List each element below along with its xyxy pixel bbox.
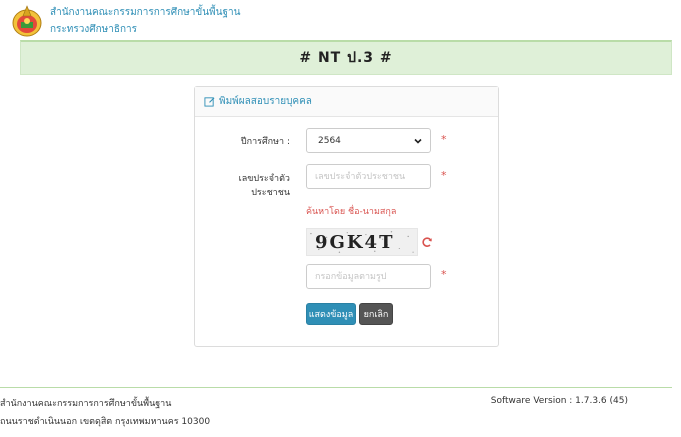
software-version: Software Version : 1.7.3.6 (45) [490, 396, 628, 406]
required-mark: * [441, 169, 447, 182]
id-label: เลขประจำตัวประชาชน [238, 174, 290, 198]
panel-title: พิมพ์ผลสอบรายบุคคล [219, 96, 312, 107]
footer-address: ถนนราชดำเนินนอก เขตดุสิต กรุงเทพมหานคร 1… [0, 417, 211, 427]
search-by-name-link[interactable]: ค้นหาโดย ชื่อ-นามสกุล [306, 204, 396, 218]
print-result-panel: พิมพ์ผลสอบรายบุคคล ปีการศึกษา : 2564 * เ… [194, 86, 499, 347]
title-banner: # NT ป.3 # [20, 40, 672, 75]
org-name: สำนักงานคณะกรรมการการศึกษาขั้นพื้นฐาน [50, 7, 241, 18]
required-mark: * [441, 268, 447, 281]
citizen-id-input[interactable] [306, 164, 431, 189]
captcha-image: 9GK4T [306, 228, 418, 256]
obec-logo-icon [12, 5, 42, 37]
site-header: สำนักงานคณะกรรมการการศึกษาขั้นพื้นฐาน กร… [0, 0, 681, 40]
cancel-button[interactable]: ยกเลิก [359, 303, 393, 325]
panel-header: พิมพ์ผลสอบรายบุคคล [195, 87, 498, 117]
captcha-code: 9GK4T [315, 232, 395, 253]
chevron-down-icon [414, 138, 422, 144]
required-mark: * [441, 133, 447, 146]
page-title: # NT ป.3 # [299, 50, 393, 66]
footer-divider [0, 387, 672, 388]
refresh-icon[interactable] [421, 236, 433, 248]
show-data-button[interactable]: แสดงข้อมูล [306, 303, 356, 325]
ministry-name: กระทรวงศึกษาธิการ [50, 24, 138, 35]
captcha-input[interactable] [306, 264, 431, 289]
edit-icon [204, 97, 215, 107]
year-select-value: 2564 [318, 135, 341, 146]
year-select[interactable]: 2564 [306, 128, 431, 153]
year-label: ปีการศึกษา : [240, 137, 290, 147]
footer-org-name: สำนักงานคณะกรรมการการศึกษาขั้นพื้นฐาน [0, 399, 172, 409]
